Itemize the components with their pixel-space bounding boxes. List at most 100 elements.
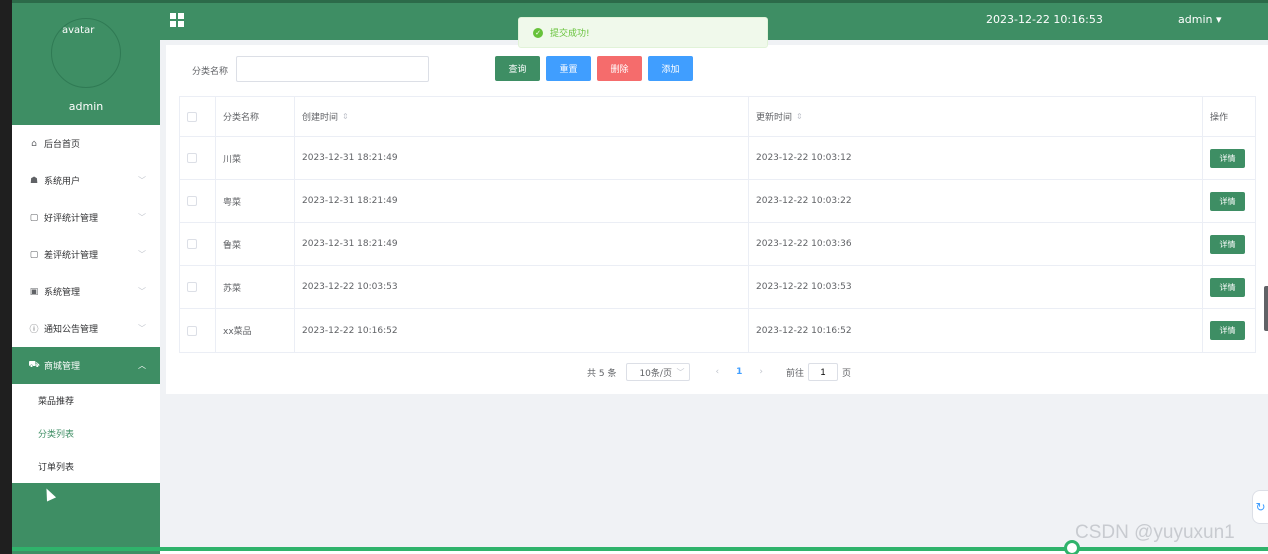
sidebar-username: admin	[68, 100, 104, 113]
detail-button[interactable]: 详情	[1210, 148, 1245, 168]
cell-actions: 详情	[1203, 223, 1255, 265]
sidebar-item-bad-reviews[interactable]: ▢ 差评统计管理 ﹀	[12, 236, 160, 273]
category-name-input[interactable]	[236, 56, 429, 82]
table-row: 鲁菜 2023-12-31 18:21:49 2023-12-22 10:03:…	[180, 223, 1255, 266]
sidebar-item-label: 商城管理	[44, 362, 81, 372]
pagination-total: 共 5 条	[587, 368, 617, 379]
cell-name: 鲁菜	[216, 223, 295, 265]
sort-icon[interactable]: ⇕	[342, 112, 349, 121]
row-select-cell	[180, 223, 216, 265]
document-icon: ▢	[29, 249, 39, 260]
sidebar-header: avatar admin	[12, 0, 160, 125]
avatar[interactable]: avatar	[51, 18, 121, 88]
cell-updated: 2023-12-22 10:03:36	[749, 223, 1203, 265]
detail-button[interactable]: 详情	[1210, 277, 1245, 297]
page-suffix: 页	[841, 368, 851, 379]
cell-updated: 2023-12-22 10:03:22	[749, 180, 1203, 222]
sidebar-item-label: 差评统计管理	[44, 251, 99, 261]
chevron-down-icon: ﹀	[138, 324, 146, 333]
caret-down-icon: ▾	[1212, 13, 1222, 26]
sort-icon[interactable]: ⇕	[796, 112, 803, 121]
toast-message: 提交成功!	[550, 29, 590, 39]
submenu-item-dish-recommend[interactable]: 菜品推荐	[12, 384, 160, 417]
row-select-cell	[180, 309, 216, 352]
info-icon: ⓘ	[29, 325, 39, 335]
cell-actions: 详情	[1203, 266, 1255, 308]
add-button[interactable]: 添加	[648, 56, 693, 81]
pagination: 共 5 条 10条/页 ﹀ ‹ 1 › 前往 页	[587, 362, 851, 382]
header-updated-label: 更新时间	[756, 113, 793, 123]
success-toast: ✓ 提交成功!	[518, 17, 768, 48]
image-icon: ▣	[29, 286, 39, 297]
sidebar-item-home[interactable]: ⌂ 后台首页	[12, 125, 160, 162]
sidebar-item-mall[interactable]: ⛟ 商城管理 ︿	[12, 347, 160, 384]
header-name-label: 分类名称	[223, 113, 260, 123]
cell-name: 苏菜	[216, 266, 295, 308]
goto-label: 前往	[785, 368, 804, 379]
sidebar-item-notices[interactable]: ⓘ 通知公告管理 ﹀	[12, 310, 160, 347]
sidebar-item-label: 系统管理	[44, 288, 81, 298]
sidebar-item-good-reviews[interactable]: ▢ 好评统计管理 ﹀	[12, 199, 160, 236]
chevron-up-icon: ︿	[138, 361, 146, 370]
chevron-down-icon: ﹀	[138, 213, 146, 222]
menu-toggle-icon[interactable]	[170, 13, 184, 27]
submenu-item-order-list[interactable]: 订单列表	[12, 450, 160, 483]
header-name: 分类名称	[216, 97, 295, 136]
header-actions: 操作	[1203, 97, 1255, 136]
cell-created: 2023-12-31 18:21:49	[295, 180, 749, 222]
side-drawer-handle[interactable]	[1264, 286, 1268, 331]
sidebar-item-system-users[interactable]: ☗ 系统用户 ﹀	[12, 162, 160, 199]
row-select-cell	[180, 137, 216, 179]
detail-button[interactable]: 详情	[1210, 191, 1245, 211]
cell-updated: 2023-12-22 10:03:53	[749, 266, 1203, 308]
category-table: 分类名称 创建时间 ⇕ 更新时间 ⇕ 操作 川菜 2023-12-31 18:21:…	[179, 96, 1256, 353]
row-checkbox[interactable]	[187, 239, 197, 249]
page-size-value: 10条/页	[639, 368, 672, 379]
cart-icon: ⛟	[28, 360, 40, 370]
assistant-float-icon[interactable]: ↻	[1252, 490, 1268, 524]
header-select-cell	[180, 97, 216, 136]
cell-actions: 详情	[1203, 180, 1255, 222]
select-all-checkbox[interactable]	[187, 111, 197, 122]
reset-button[interactable]: 重置	[546, 56, 591, 81]
row-checkbox[interactable]	[187, 196, 197, 206]
query-button[interactable]: 查询	[495, 56, 540, 81]
cell-name: 川菜	[216, 137, 295, 179]
home-icon: ⌂	[31, 138, 37, 149]
chevron-down-icon: ﹀	[138, 287, 146, 296]
detail-button[interactable]: 详情	[1210, 234, 1245, 254]
delete-button[interactable]: 删除	[597, 56, 642, 81]
cell-updated: 2023-12-22 10:03:12	[749, 137, 1203, 179]
next-page-button[interactable]: ›	[759, 367, 763, 377]
row-checkbox[interactable]	[187, 153, 197, 163]
table-row: 川菜 2023-12-31 18:21:49 2023-12-22 10:03:…	[180, 137, 1255, 180]
cell-created: 2023-12-22 10:16:52	[295, 309, 749, 352]
cell-created: 2023-12-31 18:21:49	[295, 137, 749, 179]
submenu-item-category-list[interactable]: 分类列表	[12, 417, 160, 450]
detail-button[interactable]: 详情	[1210, 321, 1245, 340]
row-checkbox[interactable]	[187, 325, 197, 336]
document-icon: ▢	[29, 212, 39, 223]
user-dropdown-label: admin	[1178, 13, 1213, 26]
header-created[interactable]: 创建时间 ⇕	[295, 97, 749, 136]
page-number-current[interactable]: 1	[736, 367, 742, 377]
header-actions-label: 操作	[1210, 113, 1229, 123]
goto-page-input[interactable]	[807, 363, 838, 381]
user-dropdown[interactable]: admin ▾	[1178, 13, 1222, 26]
page-size-select[interactable]: 10条/页 ﹀	[626, 363, 691, 381]
header-created-label: 创建时间	[302, 113, 339, 123]
sidebar-item-label: 后台首页	[44, 140, 81, 150]
cell-created: 2023-12-22 10:03:53	[295, 266, 749, 308]
window-edge	[0, 0, 12, 554]
sidebar: avatar admin ⌂ 后台首页 ☗ 系统用户 ﹀ ▢ 好评统计管理 ﹀ …	[12, 0, 160, 554]
chevron-down-icon: ﹀	[676, 367, 685, 377]
table-row: xx菜品 2023-12-22 10:16:52 2023-12-22 10:1…	[180, 309, 1255, 352]
prev-page-button[interactable]: ‹	[715, 367, 719, 377]
sidebar-item-system-management[interactable]: ▣ 系统管理 ﹀	[12, 273, 160, 310]
header-updated[interactable]: 更新时间 ⇕	[749, 97, 1203, 136]
row-checkbox[interactable]	[187, 282, 197, 292]
cell-name: 粤菜	[216, 180, 295, 222]
table-header-row: 分类名称 创建时间 ⇕ 更新时间 ⇕ 操作	[180, 97, 1255, 137]
cell-actions: 详情	[1203, 309, 1255, 352]
cell-actions: 详情	[1203, 137, 1255, 179]
